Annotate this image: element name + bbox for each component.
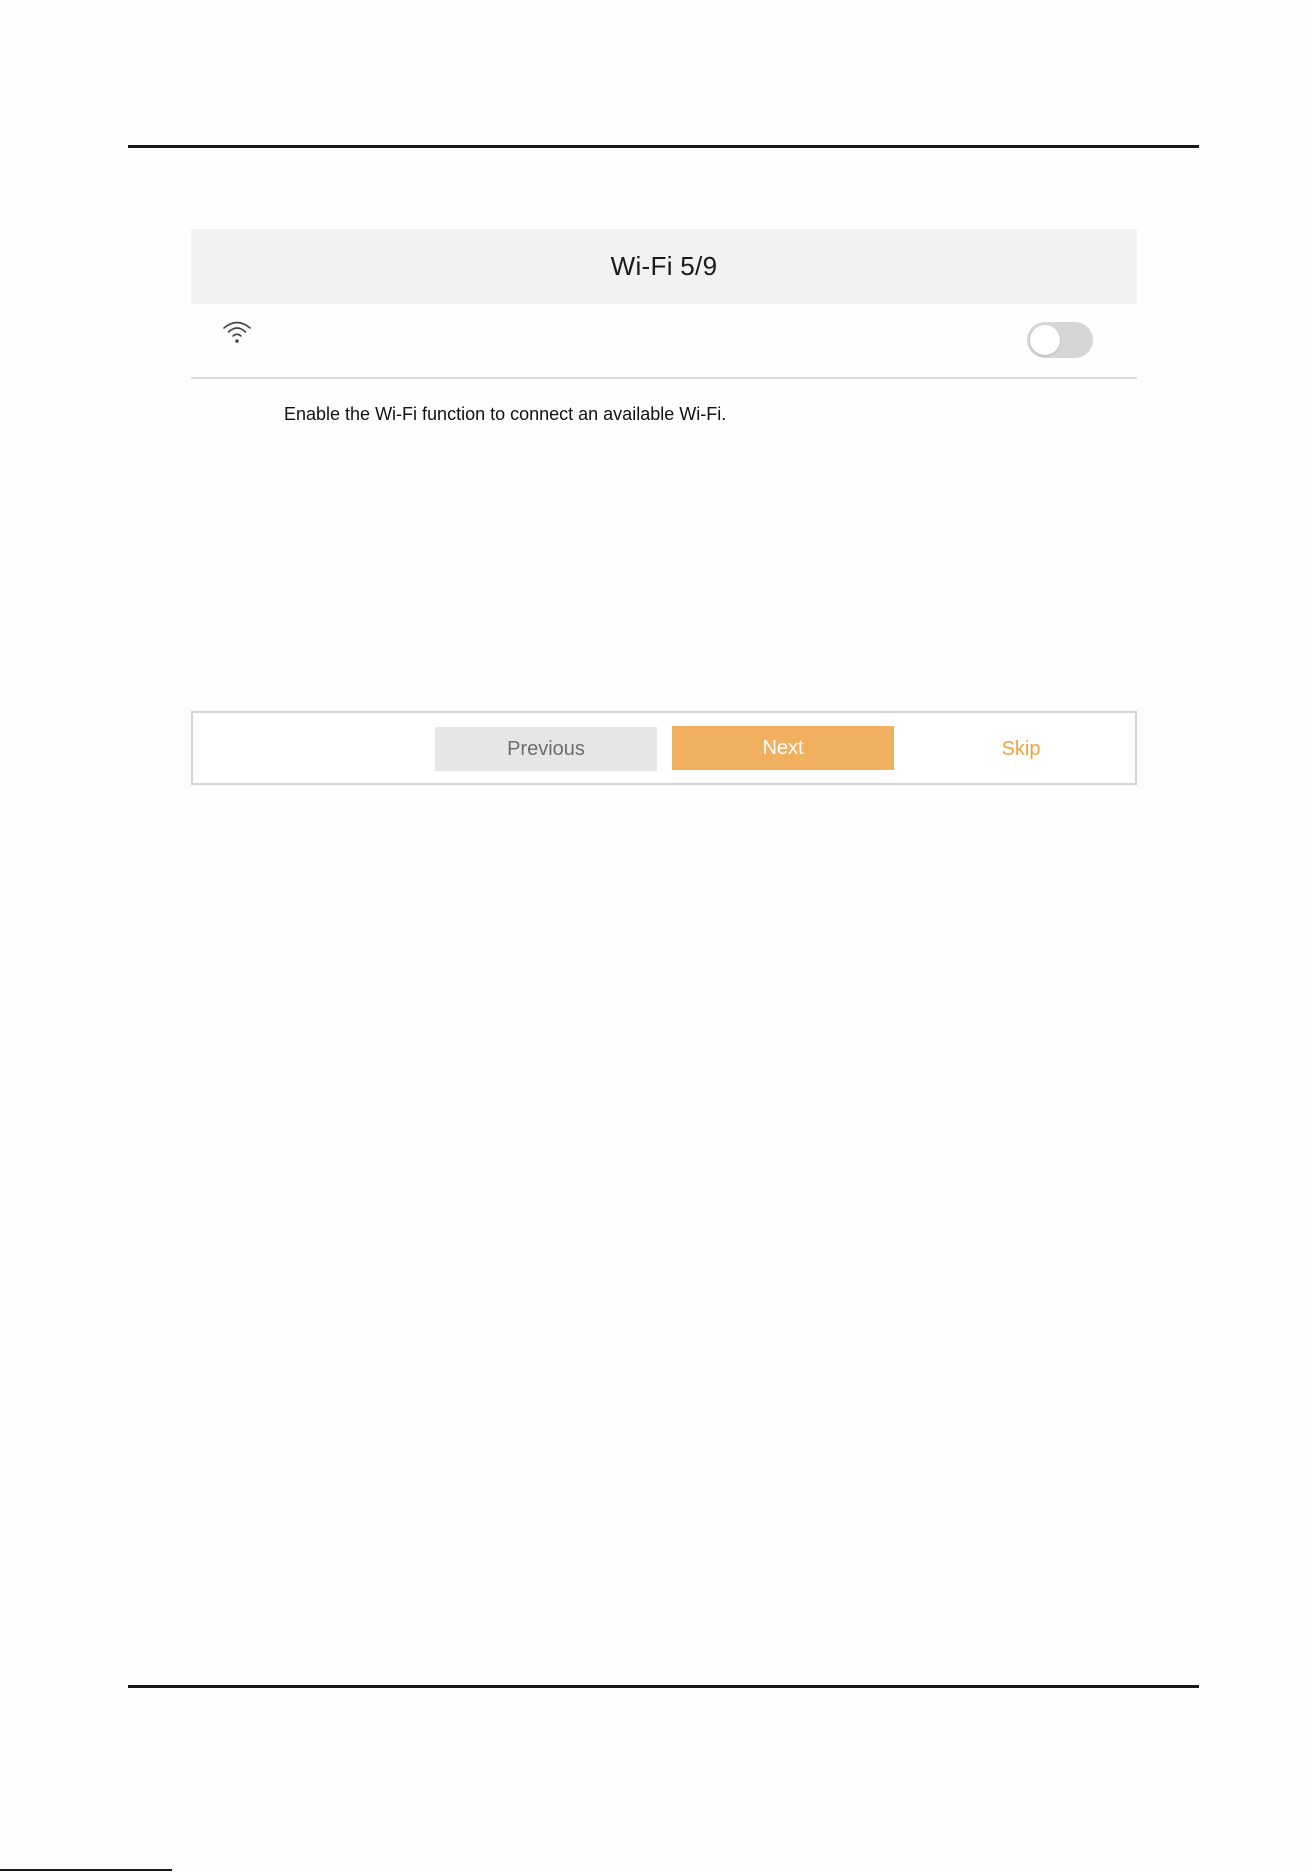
wizard-footer: Previous Next Skip: [191, 711, 1137, 785]
wifi-hint-text: Enable the Wi-Fi function to connect an …: [284, 404, 727, 424]
wifi-toggle-row: [191, 304, 1137, 379]
bottom-edge-rule: [0, 1869, 172, 1871]
wifi-setup-panel: Wi-Fi 5/9 Enable the Wi-Fi function to c…: [191, 229, 1137, 785]
previous-button[interactable]: Previous: [435, 727, 657, 771]
title-bar: Wi-Fi 5/9: [191, 229, 1137, 304]
wifi-section: Enable the Wi-Fi function to connect an …: [191, 304, 1137, 606]
skip-button[interactable]: Skip: [910, 727, 1132, 771]
next-button[interactable]: Next: [672, 726, 894, 770]
page-footer-rule: [128, 1685, 1199, 1688]
page-header-rule: [128, 145, 1199, 148]
toggle-knob: [1030, 325, 1060, 355]
page-title: Wi-Fi 5/9: [610, 251, 718, 281]
wifi-enable-toggle[interactable]: [1027, 322, 1093, 358]
wifi-icon: [221, 318, 253, 346]
